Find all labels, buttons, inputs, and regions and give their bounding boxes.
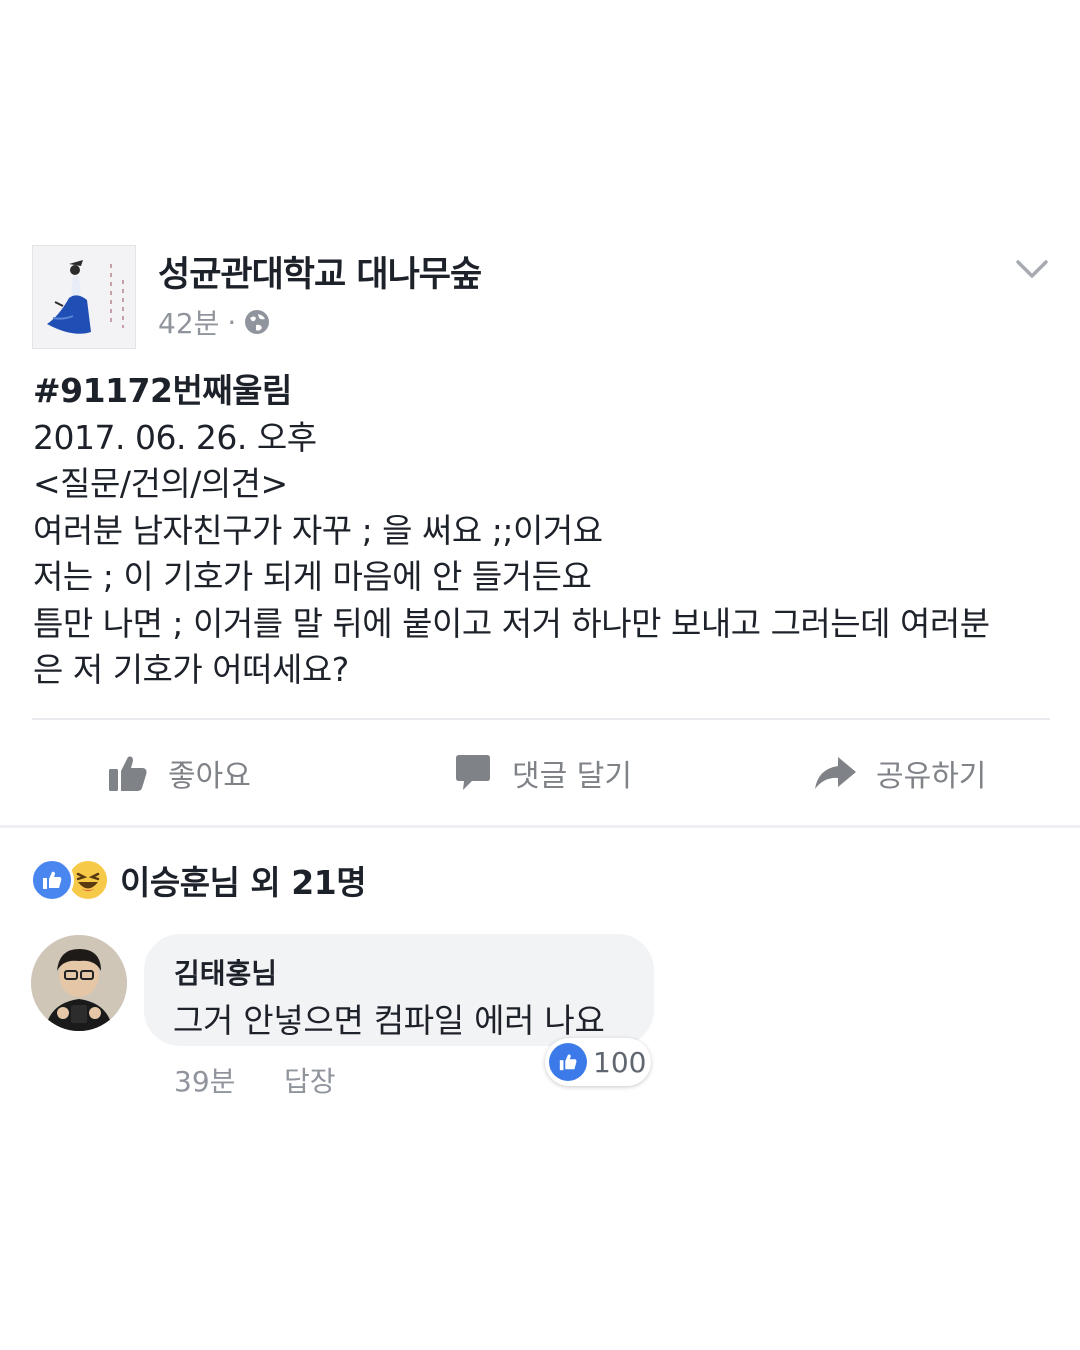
post-time[interactable]: 42분	[158, 302, 219, 342]
commenter-name[interactable]: 김태홍님	[174, 952, 277, 992]
share-label: 공유하기	[876, 759, 987, 794]
post-body: #91172번째울림 2017. 06. 26. 오후 <질문/건의/의견> 여…	[33, 368, 1053, 694]
comment-button[interactable]: 댓글 달기	[452, 746, 632, 800]
reply-link[interactable]: 답장	[284, 1060, 336, 1100]
chevron-down-icon[interactable]	[1014, 254, 1050, 284]
like-label: 좋아요	[168, 759, 251, 794]
like-button[interactable]: 좋아요	[106, 746, 251, 800]
commenter-avatar[interactable]	[31, 935, 127, 1031]
post-line: 2017. 06. 26. 오후	[33, 417, 317, 457]
reactions-summary[interactable]: 이승훈님 외 21명	[30, 854, 367, 906]
divider	[32, 718, 1050, 720]
comment-label: 댓글 달기	[512, 759, 632, 794]
post-line: <질문/건의/의견>	[33, 464, 288, 503]
post-hashtag[interactable]: #91172번째울림	[33, 368, 1053, 415]
post-meta: 42분 ·	[158, 302, 270, 342]
section-separator	[0, 825, 1080, 828]
post-line: 틈만 나면 ; 이거를 말 뒤에 붙이고 저거 하나만 보내고 그러는데 여러분	[33, 603, 990, 643]
globe-icon	[245, 310, 270, 334]
like-reaction-icon	[549, 1043, 587, 1081]
page-name[interactable]: 성균관대학교 대나무숲	[158, 246, 482, 297]
thumbs-up-icon	[109, 756, 147, 791]
comment-time[interactable]: 39분	[174, 1060, 235, 1100]
post-line: 여러분 남자친구가 자꾸 ; 을 써요 ;;이거요	[33, 510, 603, 550]
page-avatar-artwork	[33, 246, 135, 348]
like-reaction-icon	[30, 858, 74, 902]
comment-like-count-badge[interactable]: 100	[545, 1038, 651, 1086]
speech-bubble-icon	[456, 755, 490, 790]
share-button[interactable]: 공유하기	[812, 746, 986, 800]
meta-separator: ·	[227, 305, 237, 339]
comment-like-count: 100	[593, 1045, 647, 1079]
comment-text: 그거 안넣으면 컴파일 에러 나요	[173, 1001, 605, 1040]
post-line: 저는 ; 이 기호가 되게 마음에 안 들거든요	[33, 557, 592, 596]
page-avatar[interactable]	[32, 245, 136, 349]
commenter-photo	[31, 935, 127, 1031]
post-line: 은 저 기호가 어떠세요?	[33, 650, 349, 689]
share-arrow-icon	[815, 757, 856, 789]
reactions-summary-text: 이승훈님 외 21명	[120, 863, 367, 902]
